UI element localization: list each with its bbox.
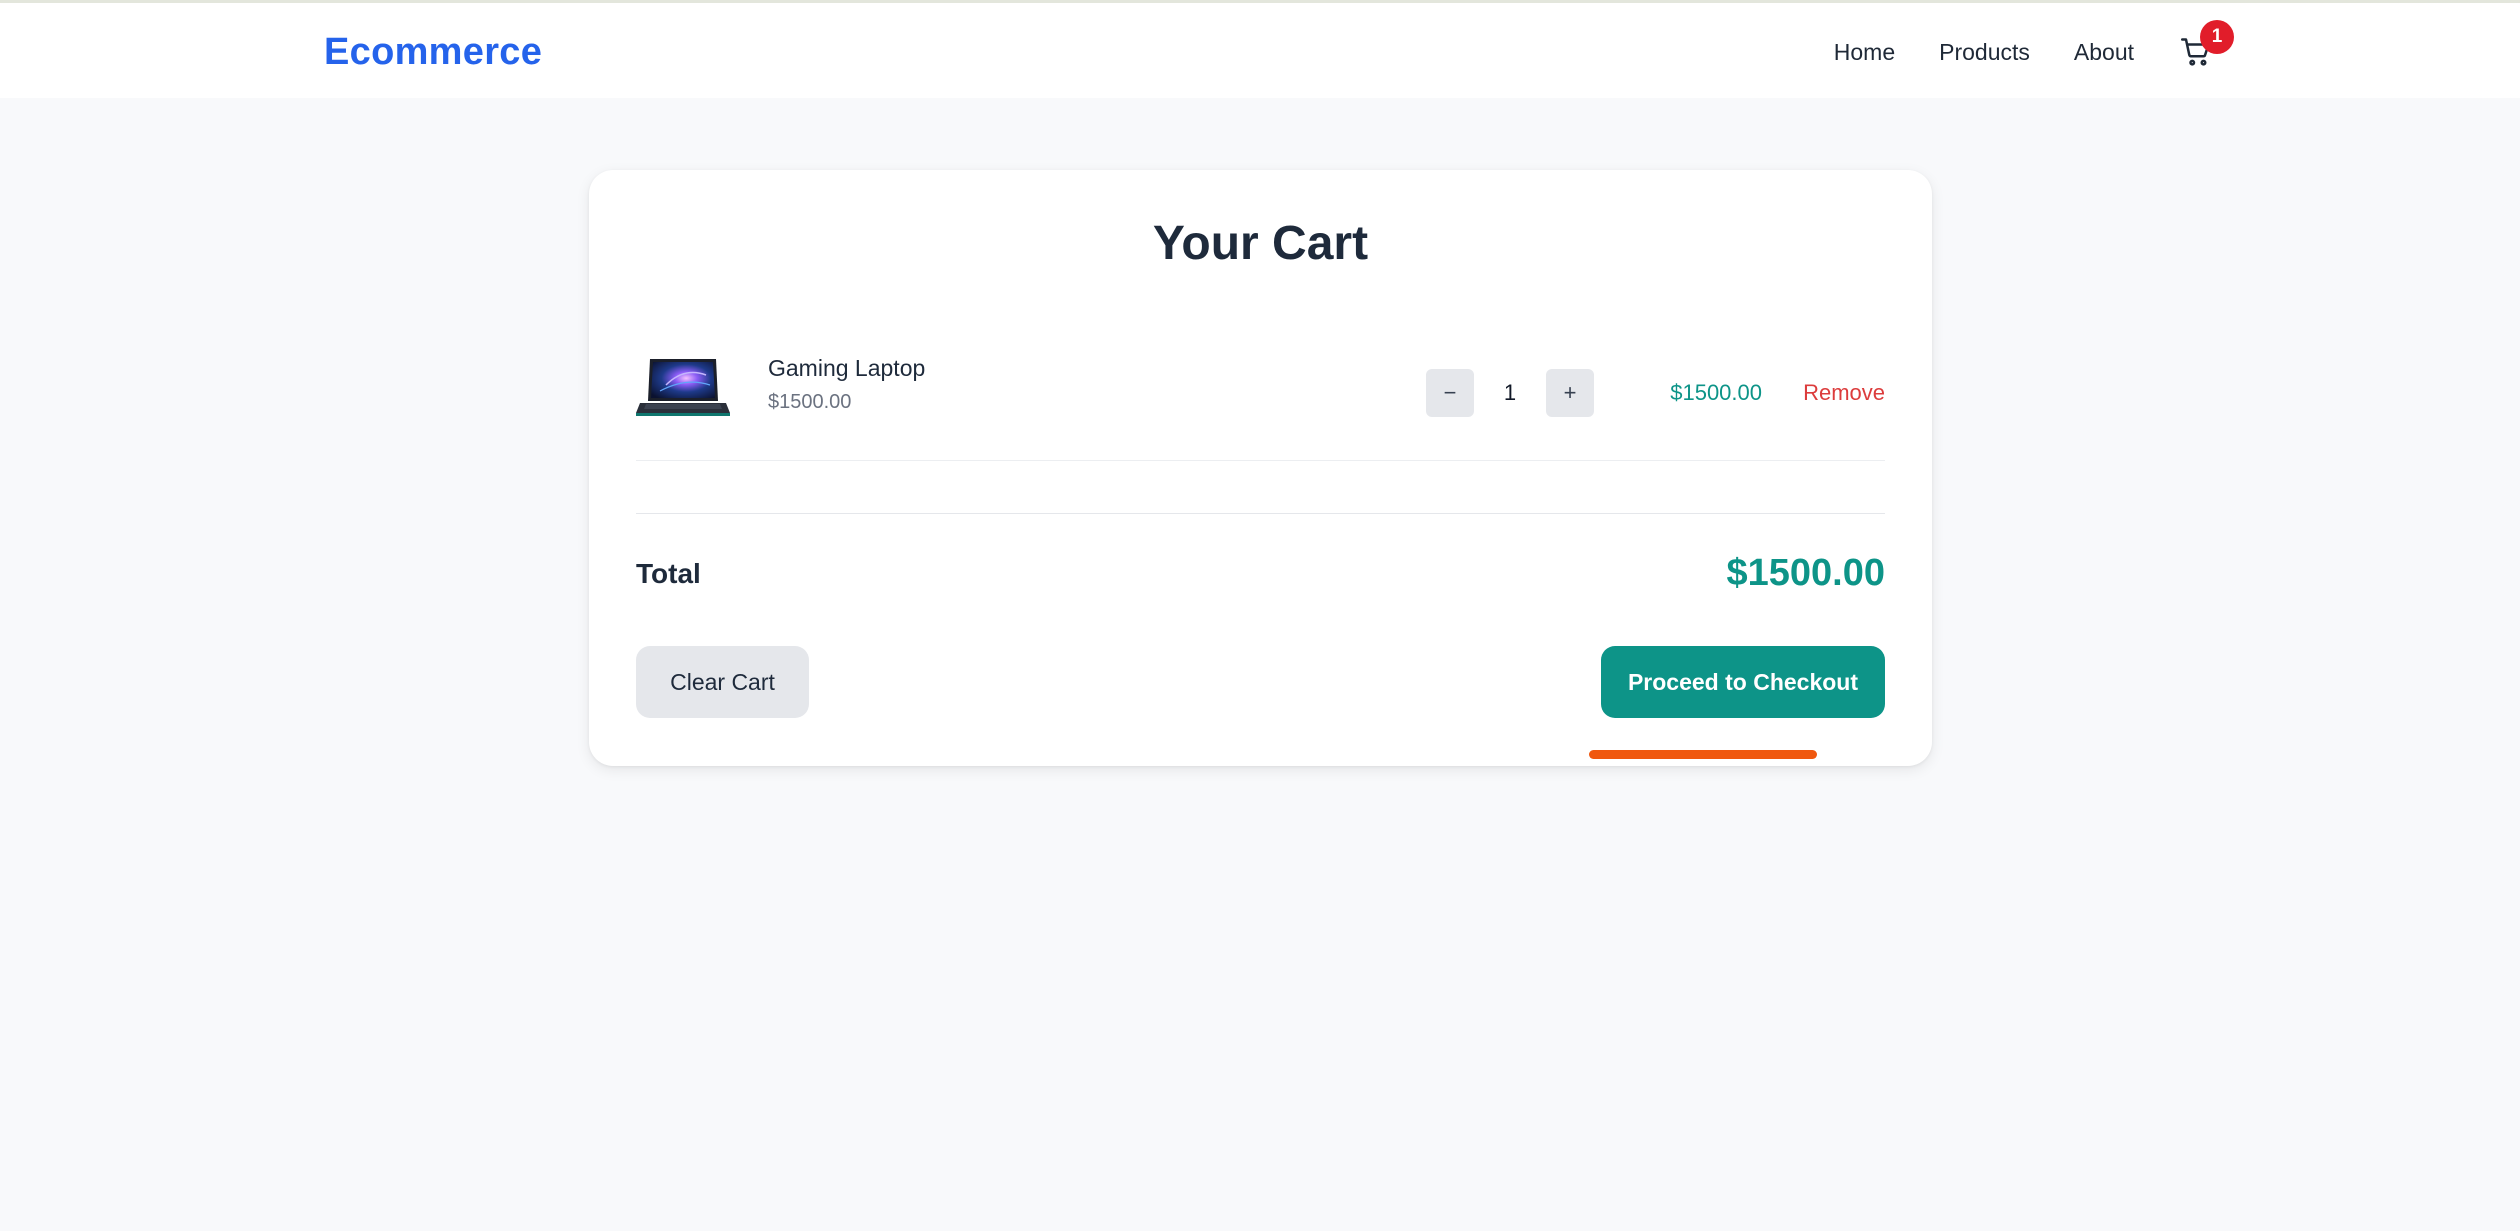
- cart-count-badge: 1: [2200, 20, 2234, 54]
- nav-about-link[interactable]: About: [2074, 39, 2134, 66]
- checkout-highlight-bar: [1589, 750, 1817, 759]
- clear-cart-button[interactable]: Clear Cart: [636, 646, 809, 718]
- quantity-value: 1: [1503, 380, 1517, 405]
- total-value: $1500.00: [1726, 552, 1886, 594]
- decrease-quantity-button[interactable]: −: [1426, 369, 1474, 417]
- item-unit-price: $1500.00: [768, 391, 852, 413]
- cart-item-row: Gaming Laptop $1500.00 − 1 + $1500.00 Re…: [636, 345, 1885, 461]
- increase-quantity-button[interactable]: +: [1546, 369, 1594, 417]
- brand-logo[interactable]: Ecommerce: [324, 31, 542, 74]
- cart-card: Your Cart Gaming Laptop $1500.00 − 1 + $…: [589, 170, 1932, 766]
- item-line-total: $1500.00: [1670, 380, 1762, 405]
- cart-button[interactable]: 1: [2176, 20, 2234, 72]
- top-navbar: Ecommerce Home Products About 1: [0, 0, 2520, 98]
- gaming-laptop-image: [636, 359, 730, 416]
- item-name[interactable]: Gaming Laptop: [768, 355, 925, 382]
- nav-home-link[interactable]: Home: [1834, 39, 1895, 66]
- total-label: Total: [636, 558, 701, 589]
- page-title: Your Cart: [1152, 217, 1369, 270]
- nav-links: Home Products About 1: [1790, 20, 2234, 77]
- proceed-to-checkout-button[interactable]: Proceed to Checkout: [1601, 646, 1885, 718]
- nav-products-link[interactable]: Products: [1939, 39, 2030, 66]
- remove-item-button[interactable]: Remove: [1803, 369, 1885, 417]
- total-divider: [636, 513, 1885, 514]
